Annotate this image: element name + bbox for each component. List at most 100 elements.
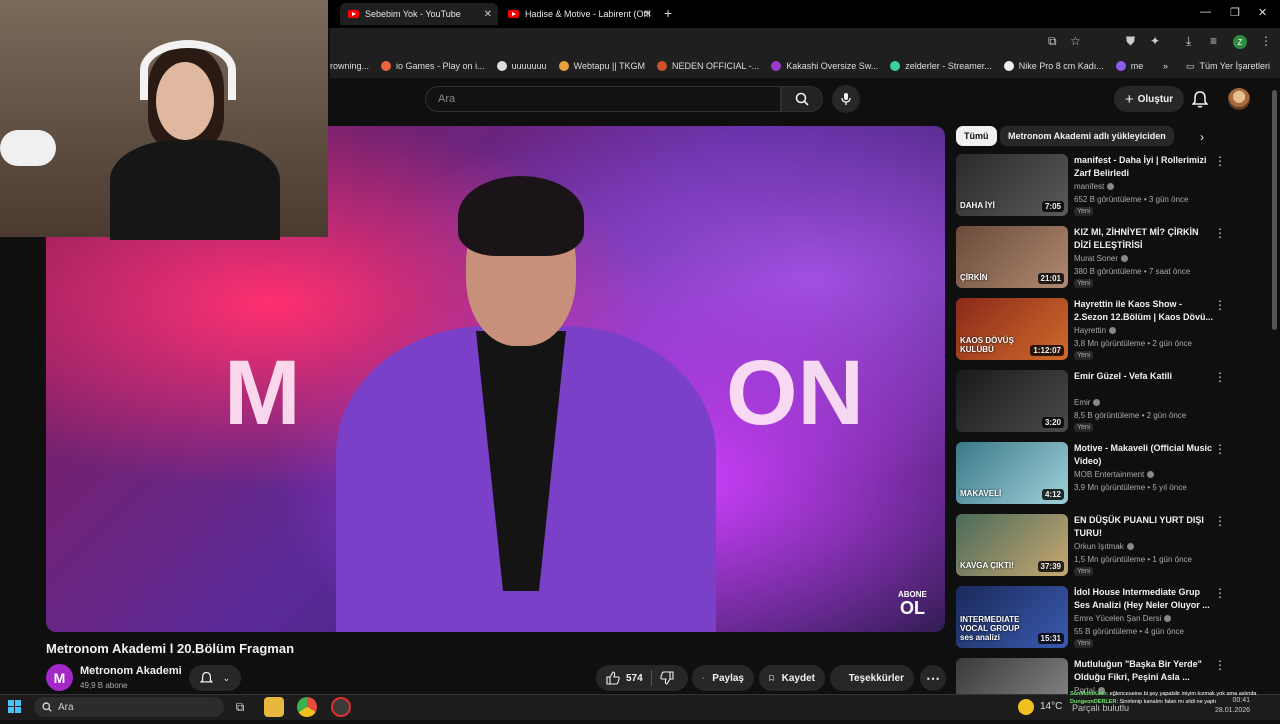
create-button[interactable]: + Oluştur xyxy=(1114,86,1184,112)
page-scrollbar[interactable] xyxy=(1272,90,1277,330)
video-thumbnail[interactable]: 3:20 xyxy=(956,370,1068,432)
channel-name[interactable]: Metronom Akademi xyxy=(80,665,182,677)
account-avatar[interactable] xyxy=(1228,88,1250,110)
taskbar-clock[interactable]: 00:41 28.01.2026 xyxy=(1215,696,1250,716)
all-bookmarks-folder[interactable]: ▭Tüm Yer İşaretleri xyxy=(1186,61,1270,72)
recommended-channel[interactable]: Murat Soner xyxy=(1074,252,1128,265)
tab-label: Hadise & Motive - Labirent (Offi xyxy=(525,9,653,19)
bookmark-item[interactable]: Webtapu || TKGM xyxy=(559,61,645,71)
new-tab-button[interactable]: + xyxy=(664,5,672,21)
chrome-icon[interactable] xyxy=(297,697,317,717)
file-explorer-icon[interactable] xyxy=(264,697,284,717)
webcam-overlay xyxy=(0,0,328,237)
restore-icon[interactable]: ❐ xyxy=(1230,6,1240,19)
favicon-icon xyxy=(381,61,391,71)
video-options-kebab-icon[interactable]: ⋮ xyxy=(1214,658,1226,672)
recommended-video-title[interactable]: Mutluluğun "Başka Bir Yerde" Olduğu Fikr… xyxy=(1074,658,1214,683)
like-button[interactable]: 574 xyxy=(606,671,643,685)
cast-icon[interactable]: ⧉ xyxy=(1048,34,1057,49)
subscribe-watermark[interactable]: ABONE OL xyxy=(898,591,927,617)
notifications-bell-icon[interactable] xyxy=(1192,90,1208,108)
more-actions-button[interactable]: ⋯ xyxy=(920,665,946,691)
bookmark-item[interactable]: zelderler - Streamer... xyxy=(890,61,992,71)
video-options-kebab-icon[interactable]: ⋮ xyxy=(1214,226,1226,240)
weather-icon[interactable] xyxy=(1018,699,1034,715)
recommended-channel[interactable]: Emre Yücelen Şan Dersi xyxy=(1074,612,1171,625)
close-tab-icon[interactable]: ✕ xyxy=(644,9,652,20)
voice-search-button[interactable] xyxy=(832,85,860,113)
recommended-channel[interactable]: Emir xyxy=(1074,396,1100,409)
thanks-button[interactable]: $ Teşekkürler xyxy=(830,665,914,691)
recommended-video[interactable]: KAVGA ÇIKTI!37:39EN DÜŞÜK PUANLI YURT DI… xyxy=(956,514,1236,580)
video-options-kebab-icon[interactable]: ⋮ xyxy=(1214,298,1226,312)
chip-uploader[interactable]: Metronom Akademi adlı yükleyiciden xyxy=(1000,126,1174,146)
video-thumbnail[interactable]: MAKAVELİ4:12 xyxy=(956,442,1068,504)
super-thanks-icon: $ xyxy=(840,671,841,685)
video-thumbnail[interactable]: DAHA İYİ7:05 xyxy=(956,154,1068,216)
recommended-video-title[interactable]: Hayrettin ile Kaos Show - 2.Sezon 12.Böl… xyxy=(1074,298,1214,323)
tab-active[interactable]: Sebebim Yok - YouTube ✕ xyxy=(340,3,498,25)
video-thumbnail[interactable]: ÇİRKİN21:01 xyxy=(956,226,1068,288)
recommended-video-title[interactable]: KIZ MI, ZİHNİYET Mİ? ÇİRKİN DİZİ ELEŞTİR… xyxy=(1074,226,1214,251)
more-horizontal-icon: ⋯ xyxy=(926,670,940,687)
recommended-video-title[interactable]: Motive - Makaveli (Official Music Video) xyxy=(1074,442,1214,467)
recommended-channel[interactable]: manifest xyxy=(1074,180,1114,193)
profile-avatar[interactable]: Z xyxy=(1233,35,1247,49)
share-button[interactable]: Paylaş xyxy=(692,665,754,691)
media-icon[interactable]: ≡ xyxy=(1210,34,1217,48)
bookmark-star-icon[interactable]: ☆ xyxy=(1070,34,1081,48)
taskbar-search-input[interactable]: Ara xyxy=(34,697,224,717)
recommended-video[interactable]: 3:20Emir Güzel - Vefa KatiliEmir8,5 B gö… xyxy=(956,370,1236,436)
recommended-video[interactable]: INTERMEDIATE VOCAL GROUP ses analizi15:3… xyxy=(956,586,1236,652)
obs-icon[interactable] xyxy=(331,697,351,717)
download-icon[interactable]: ⤓ xyxy=(1186,34,1191,49)
recommended-video[interactable]: DAHA İYİ7:05manifest - Daha İyi | Roller… xyxy=(956,154,1236,220)
bookmark-item[interactable]: NEDEN OFFICIAL -... xyxy=(657,61,759,71)
close-window-icon[interactable]: ✕ xyxy=(1258,6,1267,19)
video-thumbnail[interactable]: KAVGA ÇIKTI!37:39 xyxy=(956,514,1068,576)
bookmark-item[interactable]: Kakashi Oversize Sw... xyxy=(771,61,878,71)
clock-time: 00:41 xyxy=(1215,696,1250,706)
verified-check-icon xyxy=(1121,255,1128,262)
bookmark-item[interactable]: rowning... xyxy=(330,61,369,71)
extensions-icon[interactable]: ✦ xyxy=(1150,34,1160,48)
video-options-kebab-icon[interactable]: ⋮ xyxy=(1214,514,1226,528)
video-options-kebab-icon[interactable]: ⋮ xyxy=(1214,442,1226,456)
subscription-bell-button[interactable]: ⌄ xyxy=(189,665,241,691)
recommended-video-title[interactable]: Emir Güzel - Vefa Katili xyxy=(1074,370,1214,383)
windows-start-icon[interactable] xyxy=(8,700,22,714)
save-button[interactable]: Kaydet xyxy=(759,665,825,691)
recommended-video-title[interactable]: manifest - Daha İyi | Rollerimizi Zarf B… xyxy=(1074,154,1214,179)
recommended-channel[interactable]: MOB Entertainment xyxy=(1074,468,1154,481)
more-bookmarks-chevron-icon[interactable]: » xyxy=(1163,61,1168,71)
close-tab-icon[interactable]: ✕ xyxy=(484,9,492,20)
video-options-kebab-icon[interactable]: ⋮ xyxy=(1214,370,1226,384)
recommended-video[interactable]: ÇİRKİN21:01KIZ MI, ZİHNİYET Mİ? ÇİRKİN D… xyxy=(956,226,1236,292)
recommended-channel[interactable]: Hayrettin xyxy=(1074,324,1116,337)
chip-all[interactable]: Tümü xyxy=(956,126,997,146)
recommended-channel[interactable]: Orkun Işıtmak xyxy=(1074,540,1134,553)
search-input[interactable]: Ara xyxy=(425,86,781,112)
video-thumbnail[interactable]: INTERMEDIATE VOCAL GROUP ses analizi15:3… xyxy=(956,586,1068,648)
video-thumbnail[interactable]: KAOS DÖVÜŞ KULÜBÜ1:12:07 xyxy=(956,298,1068,360)
recommended-video[interactable]: KAOS DÖVÜŞ KULÜBÜ1:12:07Hayrettin ile Ka… xyxy=(956,298,1236,364)
recommended-video-title[interactable]: EN DÜŞÜK PUANLI YURT DIŞI TURU! xyxy=(1074,514,1214,539)
bookmark-item[interactable]: Nike Pro 8 cm Kadı... xyxy=(1004,61,1104,71)
search-button[interactable] xyxy=(781,86,823,112)
channel-avatar[interactable]: M xyxy=(46,664,73,691)
video-options-kebab-icon[interactable]: ⋮ xyxy=(1214,586,1226,600)
menu-kebab-icon[interactable]: ⋮ xyxy=(1260,34,1272,48)
task-view-icon[interactable]: ⧉ xyxy=(230,697,250,717)
recommended-video[interactable]: MAKAVELİ4:12Motive - Makaveli (Official … xyxy=(956,442,1236,508)
shield-icon[interactable]: ⛊ xyxy=(1126,34,1135,49)
minimize-icon[interactable]: — xyxy=(1200,6,1211,18)
bookmark-item[interactable]: me xyxy=(1116,61,1144,71)
chips-next-chevron-icon[interactable]: › xyxy=(1200,130,1204,144)
recommended-video-title[interactable]: İdol House Intermediate Grup Ses Analizi… xyxy=(1074,586,1214,611)
video-duration: 21:01 xyxy=(1038,273,1064,284)
bookmark-item[interactable]: uuuuuuu xyxy=(497,61,547,71)
tab-inactive[interactable]: Hadise & Motive - Labirent (Offi ✕ xyxy=(500,3,658,25)
video-options-kebab-icon[interactable]: ⋮ xyxy=(1214,154,1226,168)
bookmark-item[interactable]: io Games - Play on i... xyxy=(381,61,485,71)
dislike-button[interactable] xyxy=(660,671,674,685)
